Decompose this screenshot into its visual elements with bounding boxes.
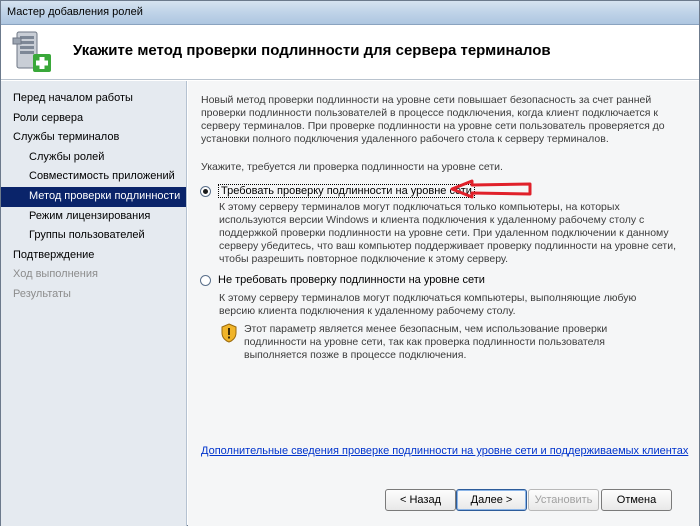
step-progress: Ход выполнения [13, 268, 98, 281]
shield-warning-icon [221, 323, 237, 343]
no-nla-option[interactable]: Не требовать проверку подлинности на уро… [200, 274, 485, 286]
step-app-compatibility[interactable]: Совместимость приложений [1, 167, 186, 187]
require-nla-description: К этому серверу терминалов могут подключ… [219, 201, 677, 265]
step-licensing-mode[interactable]: Режим лицензирования [1, 207, 186, 227]
no-nla-radio[interactable] [200, 274, 211, 286]
step-server-roles[interactable]: Роли сервера [1, 109, 186, 129]
step-user-groups[interactable]: Группы пользователей [1, 226, 186, 246]
require-nla-option[interactable]: Требовать проверку подлинности на уровне… [200, 184, 475, 198]
step-role-services[interactable]: Службы ролей [1, 148, 186, 168]
question-text: Укажите, требуется ли проверка подлиннос… [201, 161, 503, 173]
install-button: Установить [528, 489, 599, 511]
cancel-button[interactable]: Отмена [601, 489, 672, 511]
require-nla-label[interactable]: Требовать проверку подлинности на уровне… [218, 184, 475, 198]
step-confirmation[interactable]: Подтверждение [1, 246, 186, 266]
security-warning-text: Этот параметр является менее безопасным,… [244, 323, 608, 361]
intro-text: Новый метод проверки подлинности на уров… [201, 94, 665, 145]
more-info-link[interactable]: Дополнительные сведения проверке подлинн… [201, 445, 688, 457]
step-terminal-services[interactable]: Службы терминалов [1, 128, 186, 148]
server-add-icon [12, 31, 51, 72]
wizard-window: Мастер добавления ролей Укажите метод пр… [0, 0, 700, 526]
no-nla-description: К этому серверу терминалов могут подключ… [219, 292, 637, 317]
wizard-buttons: < Назад Далее > Установить Отмена [188, 489, 699, 513]
step-results: Результаты [13, 287, 71, 300]
next-button[interactable]: Далее > [456, 489, 527, 511]
wizard-content: Новый метод проверки подлинности на уров… [188, 81, 699, 526]
window-title: Мастер добавления ролей [7, 6, 143, 18]
red-arrow-icon [450, 179, 532, 199]
step-before-you-begin[interactable]: Перед началом работы [1, 89, 186, 109]
no-nla-label[interactable]: Не требовать проверку подлинности на уро… [218, 274, 485, 286]
wizard-steps-sidebar: Перед началом работы Роли сервера Службы… [1, 81, 187, 526]
wizard-header: Укажите метод проверки подлинности для с… [1, 26, 699, 80]
title-bar[interactable]: Мастер добавления ролей [1, 1, 699, 25]
step-authentication-method[interactable]: Метод проверки подлинности [1, 186, 186, 207]
back-button[interactable]: < Назад [385, 489, 456, 511]
require-nla-radio[interactable] [200, 185, 211, 197]
page-title: Укажите метод проверки подлинности для с… [73, 42, 551, 59]
